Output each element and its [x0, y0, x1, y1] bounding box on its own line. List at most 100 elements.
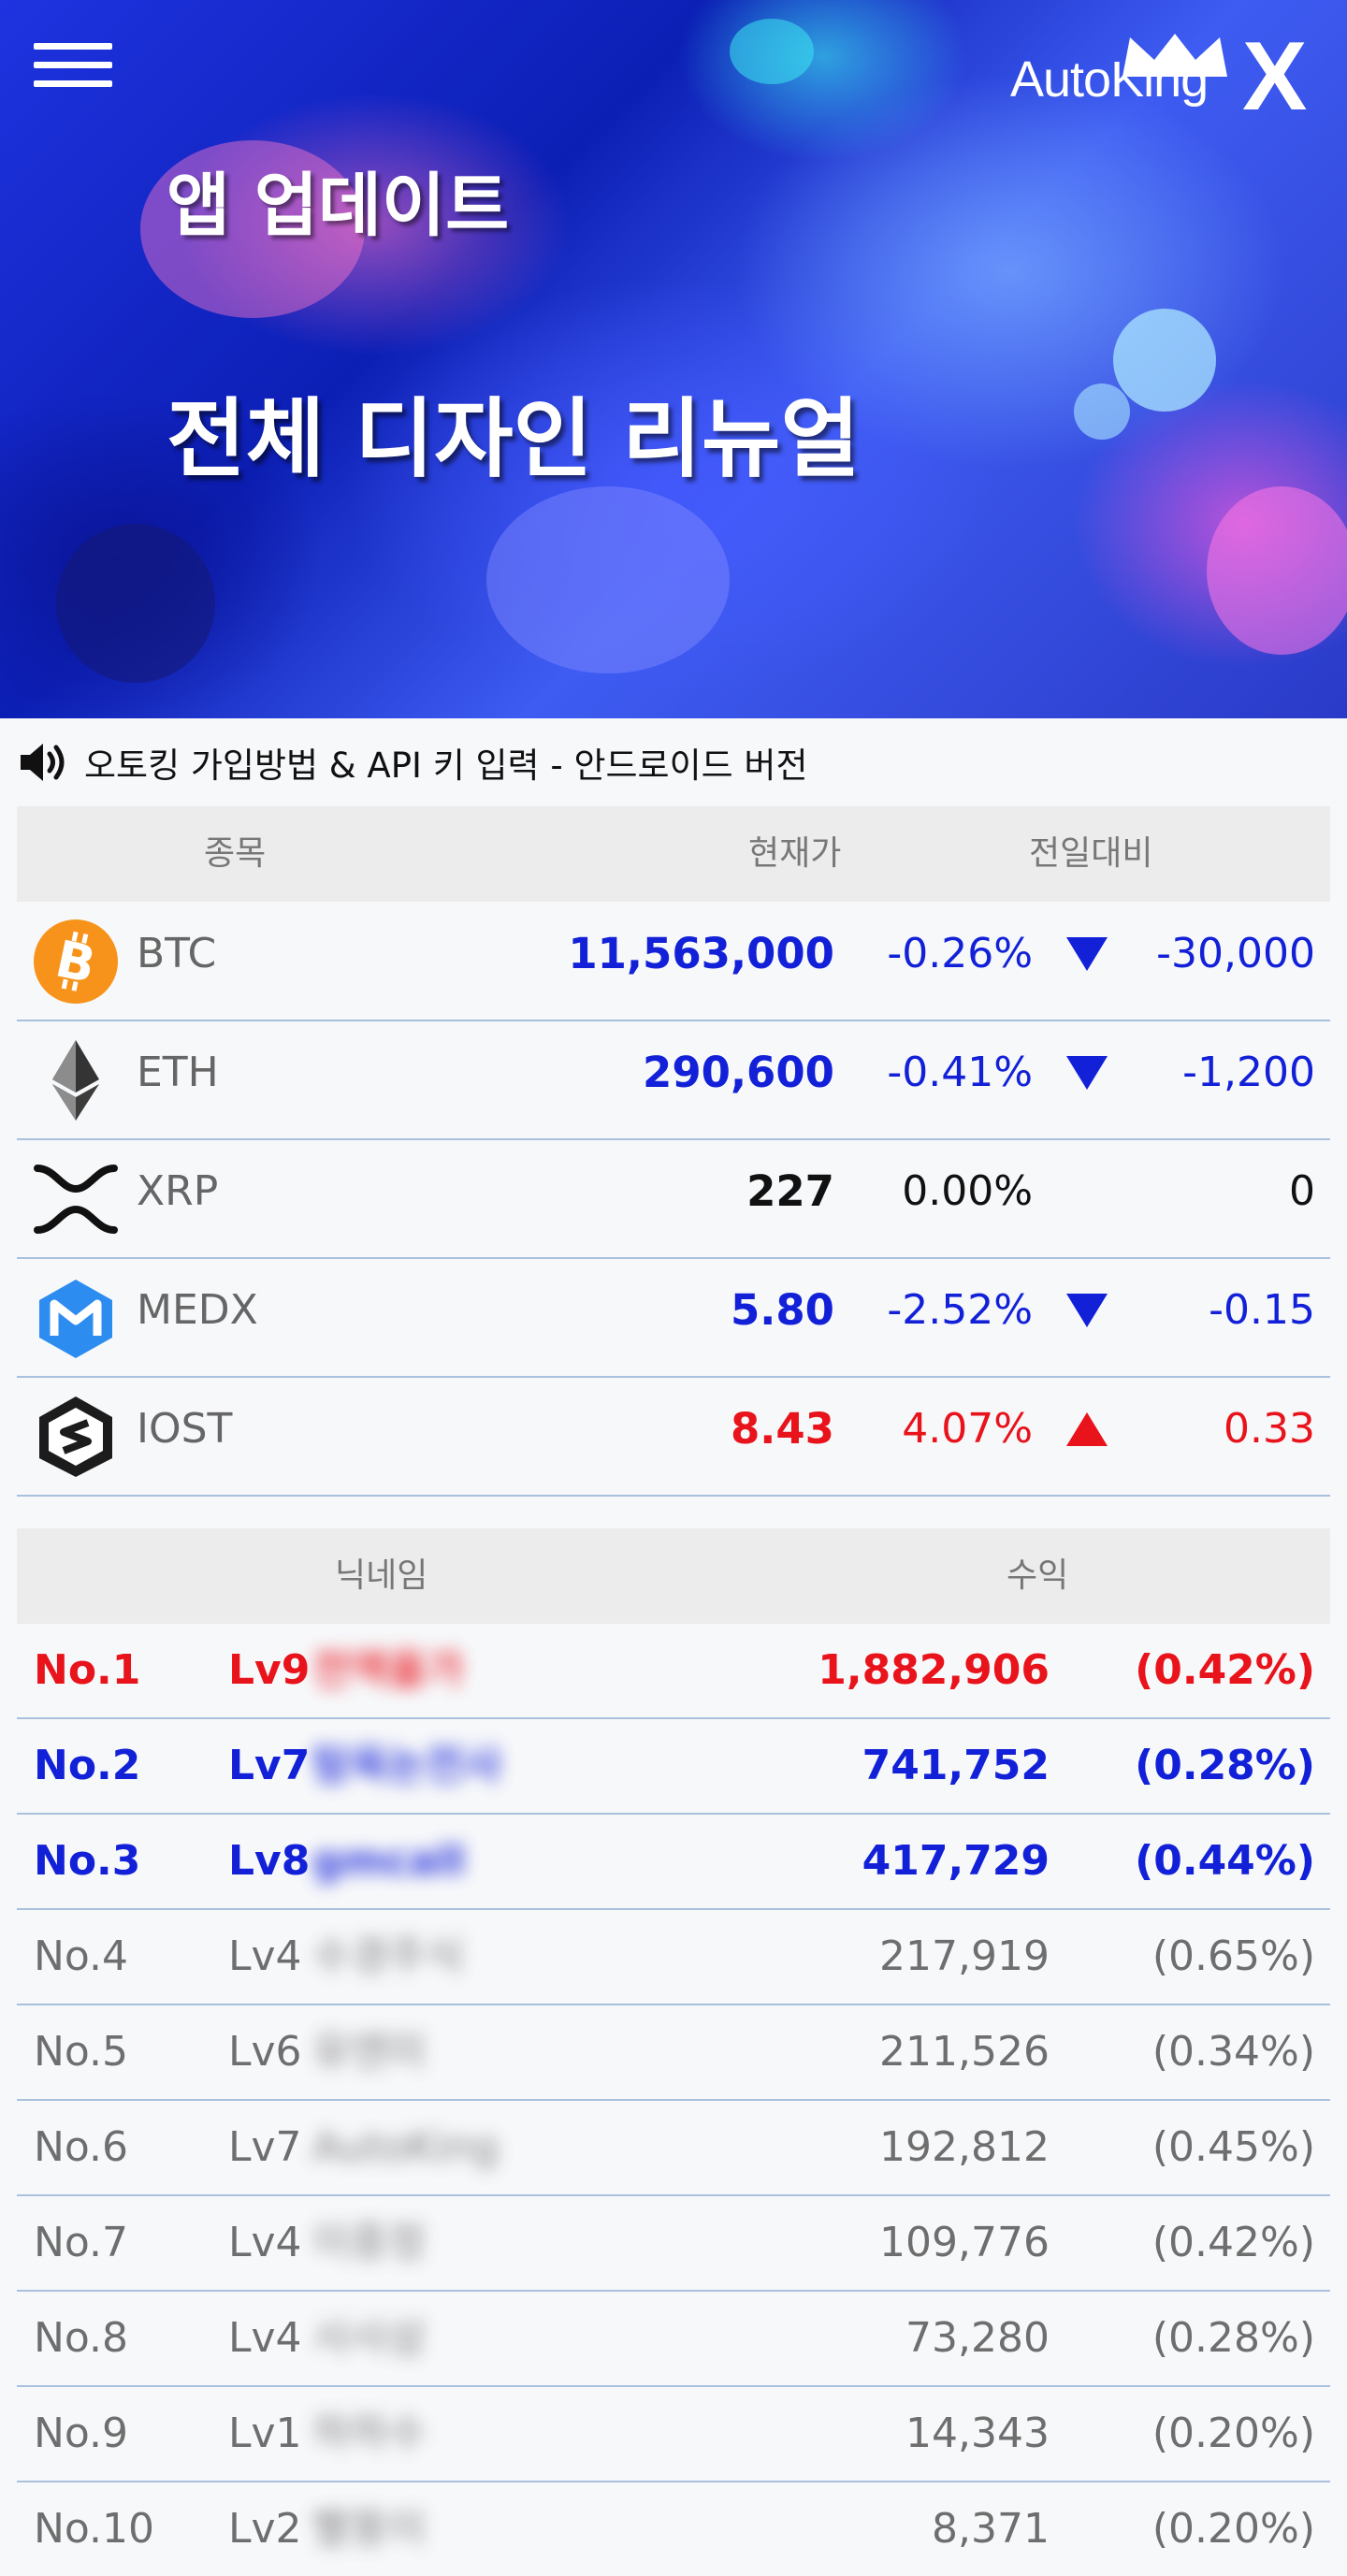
user-level: Lv2: [228, 2505, 302, 2553]
coin-change-amount: -0.15: [1209, 1286, 1315, 1334]
coin-symbol: BTC: [137, 930, 217, 977]
coin-change-percent: -0.41%: [887, 1049, 1033, 1096]
user-profit-ratio: (0.42%): [1135, 1646, 1315, 1694]
hamburger-menu-button[interactable]: [34, 43, 112, 99]
rank-number: No.6: [34, 2123, 129, 2171]
user-nickname: 사사삼: [312, 2314, 427, 2362]
down-arrow-icon: [1066, 1056, 1108, 1090]
ranking-row: No.3 Lv8 gmcall 417,729 (0.44%): [17, 1815, 1330, 1910]
menu-line-icon: [34, 43, 112, 50]
rank-number: No.3: [34, 1837, 141, 1885]
user-nickname: AutoKing: [312, 2123, 500, 2171]
user-profit-ratio: (0.65%): [1151, 1932, 1315, 1980]
rank-number: No.1: [34, 1646, 141, 1694]
column-header-nickname: 닉네임: [335, 1556, 428, 1595]
ranking-row: No.9 Lv1 하하수 14,343 (0.20%): [17, 2387, 1330, 2482]
user-profit: 211,526: [879, 2028, 1050, 2076]
user-profit-ratio: (0.45%): [1151, 2123, 1315, 2171]
user-profit-ratio: (0.42%): [1151, 2219, 1315, 2266]
down-arrow-icon: [1066, 1294, 1108, 1327]
iost-icon: [39, 1397, 112, 1477]
user-level: Lv1: [228, 2410, 302, 2457]
user-profit: 1,882,906: [818, 1646, 1050, 1694]
user-profit: 741,752: [862, 1742, 1050, 1789]
user-level: Lv4: [228, 1932, 302, 1980]
coin-symbol: ETH: [137, 1049, 219, 1096]
coin-row-xrp[interactable]: XRP 227 0.00% 0: [17, 1139, 1330, 1259]
rank-number: No.2: [34, 1742, 141, 1789]
user-level: Lv8: [228, 1837, 311, 1885]
bitcoin-icon: B: [34, 919, 118, 1004]
ranking-row: No.7 Lv4 이중정 109,776 (0.42%): [17, 2196, 1330, 2292]
rank-number: No.8: [34, 2314, 129, 2362]
ranking-row: No.2 Lv7 탐욕논전사 741,752 (0.28%): [17, 1719, 1330, 1815]
user-profit-ratio: (0.34%): [1151, 2028, 1315, 2076]
user-level: Lv4: [228, 2219, 302, 2266]
ranking-row: No.1 Lv9 전액올가 1,882,906 (0.42%): [17, 1624, 1330, 1719]
coin-symbol: IOST: [137, 1405, 233, 1453]
coin-symbol: XRP: [137, 1167, 219, 1215]
menu-line-icon: [34, 80, 112, 87]
user-profit-ratio: (0.28%): [1151, 2314, 1315, 2362]
user-nickname: gmcall: [312, 1837, 466, 1885]
user-nickname: 전액올가: [312, 1646, 464, 1694]
logo-text: AutoKing: [1010, 51, 1209, 108]
price-table-header: 종목 현재가 전일대비: [17, 806, 1330, 902]
column-header-symbol: 종목: [204, 834, 267, 873]
user-level: Lv7: [228, 1742, 311, 1789]
coin-row-iost[interactable]: IOST 8.43 4.07% 0.33: [17, 1377, 1330, 1497]
rank-number: No.4: [34, 1932, 129, 1980]
user-profit: 14,343: [905, 2410, 1050, 2457]
user-profit: 217,919: [879, 1932, 1050, 1980]
coin-price: 5.80: [730, 1285, 834, 1335]
banner-subtitle: 전체 디자인 리뉴얼: [167, 389, 861, 489]
column-header-price: 현재가: [748, 834, 842, 873]
coin-change-amount: -30,000: [1156, 930, 1315, 977]
rank-number: No.5: [34, 2028, 129, 2076]
ranking-row: No.8 Lv4 사사삼 73,280 (0.28%): [17, 2292, 1330, 2387]
user-profit-ratio: (0.20%): [1151, 2410, 1315, 2457]
coin-change-amount: -1,200: [1182, 1049, 1315, 1096]
coin-price: 8.43: [730, 1404, 834, 1454]
coin-symbol: MEDX: [137, 1286, 258, 1334]
user-profit-ratio: (0.44%): [1135, 1837, 1315, 1885]
column-header-change: 전일대비: [1029, 834, 1153, 873]
coin-price: 290,600: [643, 1048, 834, 1097]
user-level: Lv9: [228, 1646, 311, 1694]
user-profit: 109,776: [879, 2219, 1050, 2266]
user-nickname: 탐욕논전사: [312, 1742, 502, 1789]
rank-number: No.10: [34, 2505, 155, 2553]
speaker-icon: [21, 744, 65, 781]
promo-banner[interactable]: AutoKing X 앱 업데이트 전체 디자인 리뉴얼: [0, 0, 1347, 718]
user-profit-ratio: (0.28%): [1135, 1742, 1315, 1789]
ranking-row: No.5 Lv6 유엔미 211,526 (0.34%): [17, 2005, 1330, 2101]
coin-change-amount: 0: [1289, 1167, 1315, 1215]
rank-number: No.9: [34, 2410, 129, 2457]
coin-change-percent: 0.00%: [902, 1167, 1033, 1215]
banner-title: 앱 업데이트: [167, 166, 510, 246]
medx-icon: [39, 1280, 112, 1358]
ranking-row: No.4 Lv4 수경주식 217,919 (0.65%): [17, 1910, 1330, 2005]
user-nickname: 수경주식: [312, 1932, 464, 1980]
column-header-profit: 수익: [1007, 1556, 1069, 1595]
rank-number: No.7: [34, 2219, 129, 2266]
coin-price: 11,563,000: [568, 929, 834, 978]
coin-row-btc[interactable]: B BTC 11,563,000 -0.26% -30,000: [17, 902, 1330, 1021]
coin-change-percent: -0.26%: [887, 930, 1033, 977]
ranking-table-header: 닉네임 수익: [17, 1528, 1330, 1624]
autoking-logo: AutoKing X: [1010, 28, 1328, 131]
notice-bar[interactable]: 오토킹 가입방법 & API 키 입력 - 안드로이드 버전: [17, 739, 1330, 786]
user-level: Lv4: [228, 2314, 302, 2362]
user-profit: 417,729: [862, 1837, 1050, 1885]
user-profit: 8,371: [932, 2505, 1050, 2553]
coin-row-eth[interactable]: ETH 290,600 -0.41% -1,200: [17, 1020, 1330, 1140]
up-arrow-icon: [1066, 1412, 1108, 1446]
down-arrow-icon: [1066, 937, 1108, 971]
coin-price: 227: [746, 1166, 834, 1216]
coin-change-percent: -2.52%: [887, 1286, 1033, 1334]
logo-x: X: [1242, 22, 1308, 131]
user-nickname: 유엔미: [312, 2028, 427, 2076]
notice-text: 오토킹 가입방법 & API 키 입력 - 안드로이드 버전: [84, 745, 808, 786]
coin-row-medx[interactable]: MEDX 5.80 -2.52% -0.15: [17, 1258, 1330, 1378]
user-profit: 192,812: [879, 2123, 1050, 2171]
